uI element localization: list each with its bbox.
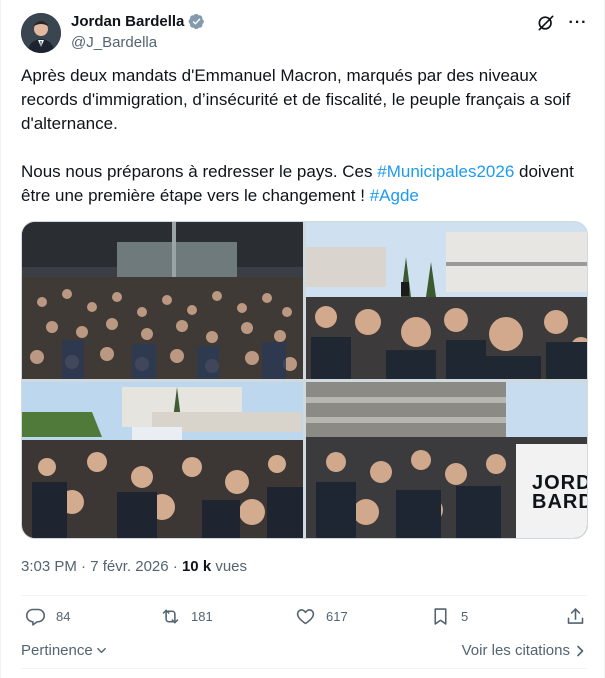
replies-footer: Pertinence Voir les citations xyxy=(21,640,587,662)
photo-3[interactable] xyxy=(22,382,303,538)
display-name[interactable]: Jordan Bardella xyxy=(71,13,184,30)
heart-icon xyxy=(296,609,315,625)
tweet-meta: 3:03 PM · 7 févr. 2026 · 10 k vues xyxy=(21,558,247,575)
action-bar: 84 181 617 5 xyxy=(21,606,587,634)
meta-separator: · xyxy=(168,558,182,575)
repost-count: 181 xyxy=(191,609,213,624)
share-icon xyxy=(567,608,584,624)
avatar[interactable] xyxy=(21,13,61,53)
tweet-paragraph-2: Nous nous préparons à redresser le pays.… xyxy=(21,160,586,208)
bookmark-button[interactable]: 5 xyxy=(430,606,468,627)
tweet-date[interactable]: 7 févr. 2026 xyxy=(90,558,168,575)
tweet-card: Jordan Bardella @J_Bardella ··· Après de… xyxy=(0,0,605,678)
views-count: 10 k xyxy=(181,558,212,575)
hashtag-agde[interactable]: #Agde xyxy=(370,186,419,205)
more-icon[interactable]: ··· xyxy=(567,12,589,34)
divider xyxy=(21,595,587,596)
verified-badge-icon xyxy=(188,13,205,30)
photo-1[interactable] xyxy=(22,222,303,379)
placard-line-2: BARDE xyxy=(532,491,587,513)
tweet-time[interactable]: 3:03 PM xyxy=(21,558,77,575)
quotes-label: Voir les citations xyxy=(461,642,570,659)
repost-button[interactable]: 181 xyxy=(160,606,213,627)
header-actions: ··· xyxy=(525,12,589,34)
tweet-paragraph-1: Après deux mandats d'Emmanuel Macron, ma… xyxy=(21,66,571,133)
divider xyxy=(21,668,587,669)
tweet-paragraph-2-text: Nous nous préparons à redresser le pays.… xyxy=(21,162,378,181)
bookmark-count: 5 xyxy=(461,609,469,624)
view-quotes-link[interactable]: Voir les citations xyxy=(462,642,585,659)
hashtag-municipales2026[interactable]: #Municipales2026 xyxy=(377,162,514,181)
handle[interactable]: @J_Bardella xyxy=(71,34,157,51)
avatar-image xyxy=(21,13,61,53)
repost-icon xyxy=(162,609,179,624)
grok-icon[interactable] xyxy=(535,12,557,34)
reply-count: 84 xyxy=(56,609,71,624)
reply-button[interactable]: 84 xyxy=(25,606,70,627)
tweet-header: Jordan Bardella @J_Bardella ··· xyxy=(21,10,589,54)
views-label: vues xyxy=(211,558,248,575)
meta-separator: · xyxy=(76,558,91,575)
chevron-right-icon xyxy=(577,645,584,656)
photo-4[interactable]: JORDAN BARDE xyxy=(306,382,587,538)
name-row: Jordan Bardella xyxy=(71,13,205,30)
share-button[interactable] xyxy=(565,606,596,627)
relevance-label: Pertinence xyxy=(21,642,93,659)
media-grid: JORDAN BARDE xyxy=(21,221,588,539)
like-button[interactable]: 617 xyxy=(295,606,348,627)
bookmark-icon xyxy=(434,608,447,625)
photo-2[interactable] xyxy=(306,222,587,379)
like-count: 617 xyxy=(326,609,348,624)
placard-text: JORDAN BARDE xyxy=(532,473,587,513)
relevance-dropdown[interactable]: Pertinence xyxy=(21,642,107,659)
reply-icon xyxy=(25,608,46,626)
chevron-down-icon xyxy=(96,647,106,654)
tweet-text: Après deux mandats d'Emmanuel Macron, ma… xyxy=(21,64,586,208)
